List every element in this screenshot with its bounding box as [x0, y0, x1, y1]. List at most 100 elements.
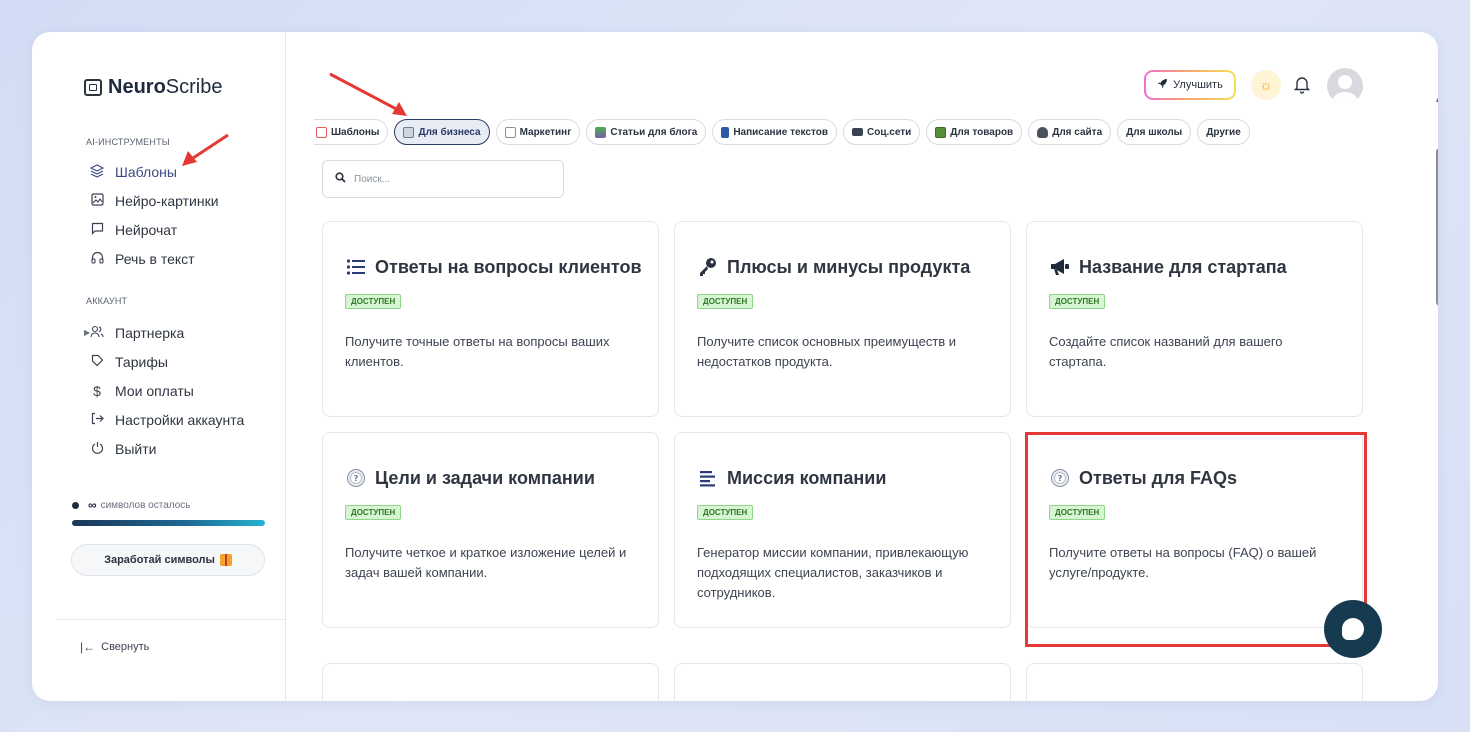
- image-icon: [89, 193, 105, 209]
- sidebar-item-label: Настройки аккаунта: [115, 412, 245, 428]
- template-card-company-goals[interactable]: ? Цели и задачи компании ДОСТУПЕН Получи…: [322, 432, 659, 628]
- sidebar-item-logout[interactable]: Выйти: [89, 439, 156, 459]
- credits-label: символов осталось: [100, 499, 191, 511]
- users-icon: [89, 325, 105, 341]
- question-icon: ?: [1049, 467, 1071, 489]
- notebook-icon: [721, 126, 730, 138]
- template-card-partial[interactable]: [322, 663, 659, 701]
- avatar[interactable]: [1327, 68, 1363, 104]
- chip-label: Соц.сети: [867, 126, 912, 138]
- card-description: Генератор миссии компании, привлекающую …: [697, 545, 969, 600]
- template-card-faq-answers[interactable]: ? Ответы для FAQs ДОСТУПЕН Получите отве…: [1026, 432, 1363, 628]
- card-description: Получите ответы на вопросы (FAQ) о вашей…: [1049, 545, 1317, 580]
- template-card-pros-cons[interactable]: Плюсы и минусы продукта ДОСТУПЕН Получит…: [674, 221, 1011, 417]
- sidebar-item-templates[interactable]: Шаблоны: [89, 162, 177, 182]
- chip-label: Для товаров: [950, 126, 1014, 138]
- svg-text:?: ?: [354, 474, 359, 483]
- sidebar-item-settings[interactable]: Настройки аккаунта: [89, 410, 244, 430]
- sidebar-item-label: Нейро-картинки: [115, 193, 219, 209]
- memo-icon: [504, 126, 516, 138]
- login-icon: [89, 412, 105, 428]
- sidebar: Neuro Scribe AI-ИНСТРУМЕНТЫ Шаблоны Нейро…: [32, 32, 286, 701]
- logo-bold: Neuro: [108, 76, 166, 98]
- chip-marketing[interactable]: Маркетинг: [495, 119, 581, 145]
- template-card-partial[interactable]: [1026, 663, 1363, 701]
- template-card-startup-name[interactable]: Название для стартапа ДОСТУПЕН Создайте …: [1026, 221, 1363, 417]
- chip-label: Другие: [1206, 126, 1241, 138]
- search-placeholder: Поиск...: [354, 173, 391, 185]
- status-badge: ДОСТУПЕН: [345, 294, 402, 309]
- collapse-label: Свернуть: [101, 641, 150, 653]
- search-input[interactable]: Поиск...: [322, 160, 564, 198]
- template-card-customer-answers[interactable]: Ответы на вопросы клиентов ДОСТУПЕН Полу…: [322, 221, 659, 417]
- status-dot: [72, 501, 79, 509]
- sidebar-item-label: Мои оплаты: [115, 383, 194, 399]
- sidebar-item-payments[interactable]: $ Мои оплаты: [89, 381, 194, 401]
- card-title: Цели и задачи компании: [375, 467, 595, 488]
- card-description: Создайте список названий для вашего стар…: [1049, 334, 1283, 369]
- chip-social[interactable]: Соц.сети: [843, 119, 921, 145]
- status-badge: ДОСТУПЕН: [697, 505, 754, 520]
- scroll-down-arrow-icon[interactable]: ▼: [1434, 688, 1438, 698]
- logo[interactable]: Neuro Scribe: [84, 76, 223, 99]
- chip-writing[interactable]: Написание текстов: [712, 119, 837, 145]
- scroll-up-arrow-icon[interactable]: ▲: [1434, 94, 1438, 104]
- chat-icon: [89, 222, 105, 238]
- category-chips: Шаблоны Для бизнеса Маркетинг Статьи для…: [314, 119, 1250, 145]
- chip-templates[interactable]: Шаблоны: [314, 119, 389, 145]
- laptop-icon: [852, 128, 863, 136]
- earn-symbols-button[interactable]: Заработай символы: [71, 544, 265, 576]
- section-ai-label: AI-ИНСТРУМЕНТЫ: [86, 137, 170, 147]
- chip-other[interactable]: Другие: [1197, 119, 1250, 145]
- chip-label: Для школы: [1126, 126, 1183, 138]
- credits-status: ∞ символов осталось: [72, 498, 190, 512]
- briefcase-icon: [403, 126, 415, 138]
- notification-bell-icon[interactable]: [1292, 74, 1312, 96]
- collapse-icon: |←: [80, 640, 96, 654]
- upgrade-button[interactable]: Улучшить: [1144, 70, 1236, 100]
- sidebar-item-chat[interactable]: Нейрочат: [89, 220, 177, 240]
- chip-business[interactable]: Для бизнеса: [394, 119, 490, 145]
- upgrade-label: Улучшить: [1173, 79, 1223, 91]
- chip-blog[interactable]: Статьи для блога: [586, 119, 707, 145]
- shield-icon: [1037, 126, 1049, 138]
- status-badge: ДОСТУПЕН: [1049, 505, 1106, 520]
- collapse-sidebar-button[interactable]: |← Свернуть: [80, 640, 149, 654]
- sidebar-item-images[interactable]: Нейро-картинки: [89, 191, 219, 211]
- chip-website[interactable]: Для сайта: [1028, 119, 1112, 145]
- theme-toggle-sun-icon[interactable]: ☼: [1251, 70, 1281, 100]
- app-window: Neuro Scribe AI-ИНСТРУМЕНТЫ Шаблоны Нейро…: [32, 32, 1438, 701]
- power-icon: [89, 441, 105, 457]
- sidebar-item-label: Речь в текст: [115, 251, 195, 267]
- credits-infinity: ∞: [88, 498, 97, 512]
- chip-label: Для бизнеса: [418, 126, 481, 138]
- chip-label: Маркетинг: [519, 126, 572, 138]
- chip-school[interactable]: Для школы: [1117, 119, 1192, 145]
- chat-support-button[interactable]: [1324, 600, 1382, 658]
- question-icon: ?: [345, 467, 367, 489]
- chip-label: Статьи для блога: [610, 126, 698, 138]
- svg-text:?: ?: [1058, 474, 1063, 483]
- layers-icon: [89, 163, 105, 181]
- sidebar-item-partner[interactable]: Партнерка: [89, 323, 184, 343]
- template-card-company-mission[interactable]: Миссия компании ДОСТУПЕН Генератор мисси…: [674, 432, 1011, 628]
- rocket-icon: [1157, 78, 1168, 92]
- card-description: Получите список основных преимуществ и н…: [697, 334, 957, 369]
- template-card-partial[interactable]: [674, 663, 1011, 701]
- card-description: Получите четкое и краткое изложение целе…: [345, 545, 627, 580]
- scrollbar-thumb[interactable]: [1436, 148, 1438, 306]
- chip-products[interactable]: Для товаров: [926, 119, 1023, 145]
- checkbox-icon: [316, 126, 327, 138]
- sidebar-item-label: Шаблоны: [115, 164, 177, 180]
- card-title: Миссия компании: [727, 467, 887, 488]
- chip-label: Шаблоны: [331, 126, 380, 138]
- dollar-icon: $: [93, 383, 101, 399]
- sidebar-item-speech[interactable]: Речь в текст: [89, 249, 195, 269]
- sidebar-item-label: Выйти: [115, 441, 157, 457]
- sidebar-item-label: Тарифы: [115, 354, 168, 370]
- sidebar-item-tariffs[interactable]: Тарифы: [89, 352, 168, 372]
- earn-symbols-label: Заработай символы: [104, 554, 215, 566]
- logo-icon: [84, 79, 102, 96]
- headphones-icon: [89, 251, 105, 267]
- megaphone-icon: [1049, 256, 1071, 278]
